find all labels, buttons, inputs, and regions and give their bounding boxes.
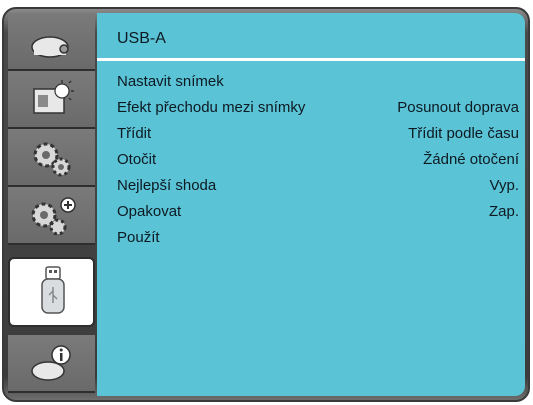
menu-item-efekt-prechodu[interactable]: Efekt přechodu mezi snímky Posunout dopr… [97, 93, 525, 121]
sidebar-item-info[interactable] [8, 335, 95, 393]
menu-item-label: Nastavit snímek [117, 73, 224, 90]
sidebar-item-expanded-setup[interactable] [8, 187, 95, 245]
menu-item-label: Efekt přechodu mezi snímky [117, 99, 306, 116]
menu-item-nastavit-snimek[interactable]: Nastavit snímek [97, 67, 525, 95]
sidebar-item-setup[interactable] [8, 129, 95, 187]
advanced-gears-icon [31, 197, 76, 236]
menu-item-pouzit[interactable]: Použít [97, 223, 525, 251]
menu-item-otocit[interactable]: Otočit Žádné otočení [97, 145, 525, 173]
info-icon [31, 345, 71, 381]
menu-item-label: Třídit [117, 125, 152, 142]
title-divider [97, 58, 525, 61]
menu-item-label: Nejlepší shoda [117, 177, 217, 194]
sidebar-item-projector[interactable] [8, 13, 95, 71]
menu-item-value: Zap. [488, 203, 519, 220]
menu-item-label: Opakovat [117, 203, 182, 220]
projector-icon [31, 36, 69, 58]
menu-item-label: Použít [117, 229, 160, 246]
usb-drive-icon [41, 266, 65, 314]
menu-item-value: Žádné otočení [423, 151, 519, 168]
sidebar-item-image[interactable] [8, 71, 95, 129]
gears-icon [33, 142, 71, 177]
menu-item-nejlepsi-shoda[interactable]: Nejlepší shoda Vyp. [97, 171, 525, 199]
sidebar-item-usb[interactable] [8, 257, 95, 327]
menu-item-value: Třídit podle času [408, 125, 519, 142]
osd-window: USB-A Nastavit snímek Efekt přechodu mez… [0, 0, 533, 405]
menu-item-opakovat[interactable]: Opakovat Zap. [97, 197, 525, 225]
sidebar [8, 13, 95, 396]
usb-menu-panel: USB-A Nastavit snímek Efekt přechodu mez… [97, 13, 525, 396]
menu-item-value: Posunout doprava [397, 99, 519, 116]
menu-item-tridit[interactable]: Třídit Třídit podle času [97, 119, 525, 147]
menu-title: USB-A [117, 30, 166, 47]
menu-item-value: Vyp. [489, 177, 519, 194]
menu-item-label: Otočit [117, 151, 157, 168]
image-settings-icon [33, 80, 74, 114]
